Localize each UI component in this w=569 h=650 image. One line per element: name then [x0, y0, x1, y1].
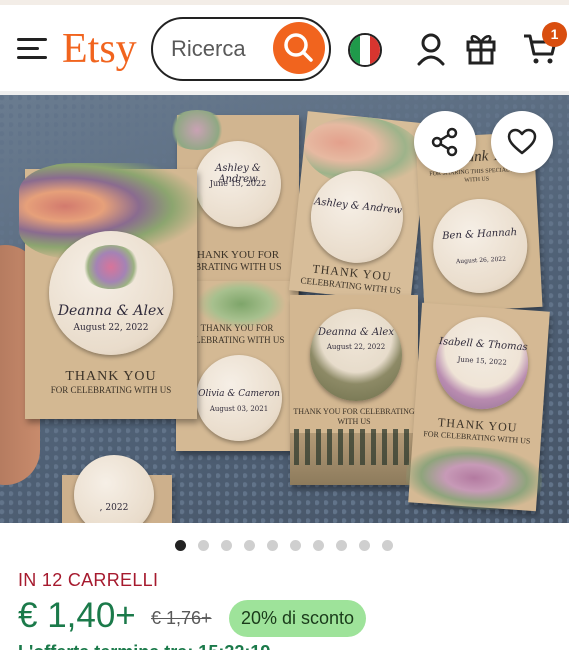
etsy-logo[interactable]: Etsy	[62, 25, 137, 73]
favorite-button[interactable]	[491, 111, 553, 173]
share-icon	[431, 127, 458, 157]
image-carousel-dots	[0, 536, 569, 556]
carousel-dot[interactable]	[359, 540, 370, 551]
gift-icon[interactable]	[465, 30, 497, 66]
search-bar	[151, 17, 331, 81]
favor-card-3: Ashley & Andrew THANK YOU CELEBRATING WI…	[288, 111, 430, 303]
favor-card-8: , 2022	[62, 455, 172, 523]
search-icon	[284, 33, 313, 62]
product-image[interactable]: , 2022 Ashley & Andrew June 15, 2022 HAN…	[0, 95, 569, 523]
favor-card-6: Deanna & Alex August 22, 2022 THANK YOU …	[290, 295, 418, 485]
italy-flag-icon[interactable]	[348, 33, 382, 67]
carousel-dot[interactable]	[313, 540, 324, 551]
carousel-dot[interactable]	[267, 540, 278, 551]
carousel-dot[interactable]	[221, 540, 232, 551]
account-icon[interactable]	[416, 32, 446, 66]
carousel-dot[interactable]	[175, 540, 186, 551]
current-price: € 1,40+	[18, 596, 136, 635]
carousel-dot[interactable]	[382, 540, 393, 551]
menu-icon[interactable]	[17, 38, 47, 60]
original-price: € 1,76+	[151, 608, 212, 628]
heart-icon	[507, 128, 537, 155]
header: Etsy 1	[0, 5, 569, 91]
carousel-dot[interactable]	[336, 540, 347, 551]
share-button[interactable]	[414, 111, 476, 173]
carousel-dot[interactable]	[290, 540, 301, 551]
favor-card-7: Isabell & Thomas June 15, 2022 THANK YOU…	[404, 302, 550, 514]
discount-badge: 20% di sconto	[229, 600, 367, 637]
offer-countdown: L'offerta termina tra: 15:32:19	[18, 642, 270, 650]
carousel-dot[interactable]	[244, 540, 255, 551]
carousel-dot[interactable]	[198, 540, 209, 551]
search-button[interactable]	[273, 22, 325, 74]
in-carts-label: IN 12 CARRELLI	[18, 570, 159, 590]
cart-count-badge: 1	[542, 22, 567, 47]
favor-card-1: Deanna & Alex August 22, 2022 THANK YOU …	[19, 163, 203, 419]
search-input[interactable]	[171, 19, 271, 78]
